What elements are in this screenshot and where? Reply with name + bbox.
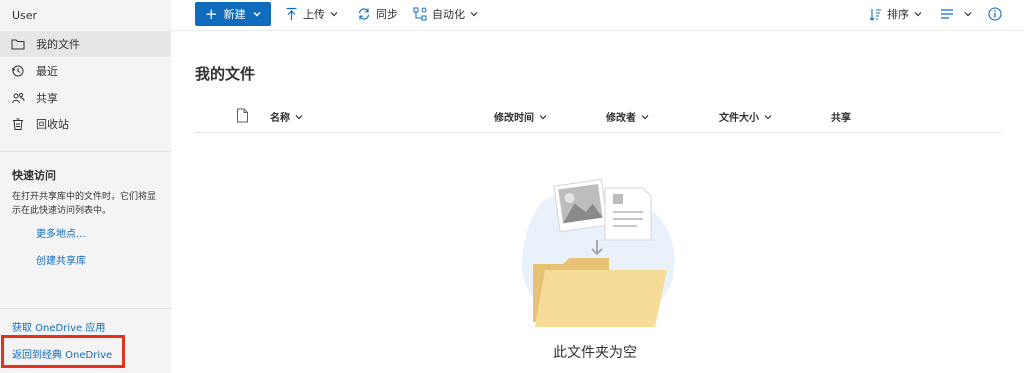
view-options-button[interactable]	[940, 5, 978, 23]
upload-label: 上传	[303, 8, 325, 21]
history-icon	[11, 64, 25, 78]
chevron-down-icon	[764, 114, 772, 119]
sync-button[interactable]: 同步	[357, 5, 398, 23]
chevron-down-icon	[539, 114, 547, 119]
sidebar-item-recycle-bin[interactable]: 回收站	[0, 111, 171, 137]
sort-label: 排序	[887, 8, 909, 21]
chevron-down-icon	[964, 12, 972, 17]
info-icon	[988, 7, 1002, 21]
info-button[interactable]	[988, 5, 1007, 23]
sidebar-item-label: 回收站	[36, 118, 69, 131]
column-label: 修改时间	[494, 113, 534, 124]
sidebar-item-shared[interactable]: 共享	[0, 85, 171, 111]
empty-folder-illustration	[521, 178, 675, 327]
file-type-icon[interactable]	[236, 108, 249, 123]
sidebar-item-label: 最近	[36, 65, 58, 78]
chevron-down-icon	[641, 114, 649, 119]
header-divider	[195, 132, 1001, 133]
automate-icon	[413, 7, 427, 21]
sidebar-divider	[0, 151, 171, 152]
user-name: User	[12, 9, 38, 22]
column-label: 共享	[831, 113, 851, 124]
column-header-modified-by[interactable]: 修改者	[606, 109, 650, 124]
folder-icon	[11, 37, 25, 51]
column-label: 文件大小	[719, 113, 759, 124]
chevron-down-icon	[253, 12, 261, 17]
quick-access-description: 在打开共享库中的文件时，它们将显示在此快速访问列表中。	[12, 192, 157, 216]
automate-label: 自动化	[432, 8, 465, 21]
sidebar-item-recent[interactable]: 最近	[0, 58, 171, 84]
list-view-icon	[941, 9, 953, 19]
column-header-size[interactable]: 文件大小	[719, 109, 773, 124]
plus-icon: +	[205, 4, 218, 23]
column-label: 修改者	[606, 113, 636, 124]
upload-icon	[286, 7, 297, 20]
sidebar-item-label: 共享	[36, 92, 58, 105]
chevron-down-icon	[914, 12, 922, 17]
automate-button[interactable]: 自动化	[413, 5, 484, 23]
recycle-bin-icon	[11, 117, 25, 131]
column-header-modified[interactable]: 修改时间	[494, 109, 548, 124]
new-button-label: 新建	[223, 8, 246, 21]
page-title: 我的文件	[195, 65, 256, 83]
sort-icon	[869, 8, 881, 21]
sync-icon	[358, 8, 370, 20]
highlight-box	[1, 335, 125, 368]
chevron-down-icon	[470, 12, 478, 17]
upload-button[interactable]: 上传	[285, 5, 344, 23]
chevron-down-icon	[295, 114, 303, 119]
sidebar-divider	[0, 308, 171, 309]
column-header-sharing[interactable]: 共享	[831, 109, 851, 124]
column-label: 名称	[270, 113, 290, 124]
chevron-down-icon	[330, 12, 338, 17]
get-onedrive-app-link[interactable]: 获取 OneDrive 应用	[12, 319, 105, 334]
command-bar: + 新建 上传 同步 自动化 排序	[171, 0, 1024, 31]
people-icon	[11, 91, 25, 105]
sidebar-item-my-files[interactable]: 我的文件	[0, 31, 171, 57]
sidebar-item-label: 我的文件	[36, 38, 80, 51]
new-button[interactable]: + 新建	[195, 2, 271, 26]
sort-button[interactable]: 排序	[869, 5, 928, 23]
more-places-link[interactable]: 更多地点...	[36, 225, 86, 240]
column-header-name[interactable]: 名称	[270, 109, 304, 124]
create-shared-library-link[interactable]: 创建共享库	[36, 252, 86, 267]
sync-label: 同步	[376, 8, 398, 21]
empty-folder-message: 此文件夹为空	[553, 345, 637, 361]
sidebar: User 我的文件 最近 共享 回收站 快速访问 在打开共享库中的文件时，它们将…	[0, 0, 171, 373]
onedrive-app: User 我的文件 最近 共享 回收站 快速访问 在打开共享库中的文件时，它们将…	[0, 0, 1024, 373]
quick-access-title: 快速访问	[12, 169, 56, 182]
